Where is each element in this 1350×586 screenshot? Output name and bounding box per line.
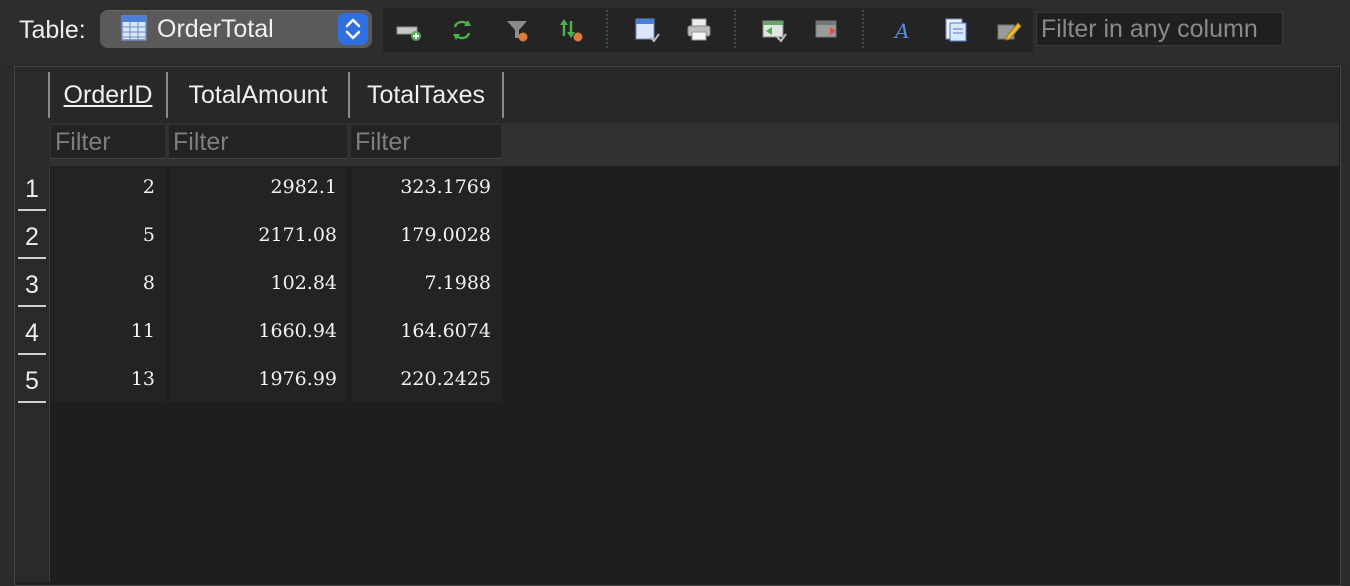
toolbar-separator	[606, 10, 608, 48]
table-label: Table:	[19, 16, 86, 44]
font-icon[interactable]: A	[889, 16, 917, 44]
cell-totalamount[interactable]: 2982.1	[169, 166, 347, 214]
filter-any-column-input[interactable]	[1036, 12, 1283, 46]
column-header-totaltaxes[interactable]: TotalTaxes	[348, 72, 504, 118]
column-header-totalamount[interactable]: TotalAmount	[166, 72, 350, 118]
cell-totaltaxes[interactable]: 179.0028	[351, 214, 501, 262]
cell-totalamount[interactable]: 1660.94	[169, 310, 347, 358]
column-header-orderid[interactable]: OrderID	[48, 72, 168, 118]
cell-orderid[interactable]: 8	[51, 262, 165, 310]
cell-totalamount[interactable]: 1976.99	[169, 358, 347, 406]
filter-icon[interactable]	[503, 16, 531, 44]
cell-totaltaxes[interactable]: 323.1769	[351, 166, 501, 214]
column-header-label: TotalAmount	[188, 81, 328, 109]
cell-orderid[interactable]: 13	[51, 358, 165, 406]
toolbar-separator	[862, 10, 864, 48]
cell-totaltaxes[interactable]: 220.2425	[351, 358, 501, 406]
cell-totaltaxes[interactable]: 164.6074	[351, 310, 501, 358]
table-icon	[121, 15, 147, 41]
edit-icon[interactable]	[995, 16, 1023, 44]
cell-totalamount[interactable]: 2171.08	[169, 214, 347, 262]
filter-input-totalamount[interactable]	[169, 125, 347, 159]
toolbar: Table: OrderTotal A Filter in any column	[0, 0, 1350, 62]
filter-input-orderid[interactable]	[51, 125, 165, 159]
row-number[interactable]: 4	[18, 311, 46, 355]
cell-orderid[interactable]: 11	[51, 310, 165, 358]
refresh-icon[interactable]	[448, 16, 476, 44]
filter-input-totaltaxes[interactable]	[351, 125, 501, 159]
export-icon[interactable]	[813, 16, 841, 44]
cell-totaltaxes[interactable]: 7.1988	[351, 262, 501, 310]
cell-totalamount[interactable]: 102.84	[169, 262, 347, 310]
svg-text:A: A	[893, 19, 909, 43]
print-icon[interactable]	[685, 16, 713, 44]
sort-icon[interactable]	[557, 16, 585, 44]
cell-orderid[interactable]: 5	[51, 214, 165, 262]
toolbar-separator	[734, 10, 736, 48]
column-header-label: TotalTaxes	[366, 81, 486, 109]
save-table-icon[interactable]	[633, 16, 661, 44]
cell-orderid[interactable]: 2	[51, 166, 165, 214]
add-record-icon[interactable]	[395, 16, 423, 44]
row-number[interactable]: 1	[18, 167, 46, 211]
row-number[interactable]: 5	[18, 359, 46, 403]
row-number[interactable]: 2	[18, 215, 46, 259]
selected-table-name: OrderTotal	[157, 15, 274, 43]
import-icon[interactable]	[760, 16, 788, 44]
chevron-updown-icon[interactable]	[338, 13, 368, 45]
copy-icon[interactable]	[942, 16, 970, 44]
column-header-label: OrderID	[63, 81, 153, 109]
row-number[interactable]: 3	[18, 263, 46, 307]
